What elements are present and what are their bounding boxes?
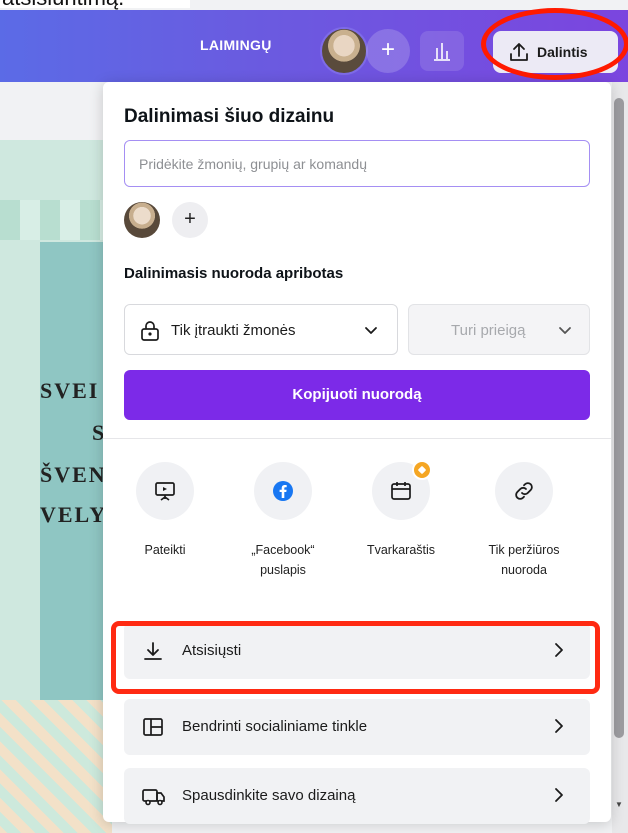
caption-text: atsisiuntimą. [0,0,190,9]
option-label: Pateikti [144,543,186,557]
link-access-dropdown[interactable]: Tik įtraukti žmonės [124,304,398,355]
facebook-option[interactable]: „Facebook“ puslapis [228,462,338,580]
chevron-down-icon [365,327,377,334]
social-share-label: Bendrinti socialiniame tinkle [182,718,368,735]
design-text-line: VELY [40,502,108,527]
app-screen: atsisiuntimą. SVEI S ŠVEN VELY LAIMINGŲ … [0,0,628,833]
social-share-icon [143,718,163,736]
divider [103,438,611,439]
present-option[interactable]: Pateikti [110,462,220,560]
lock-icon [141,321,159,341]
insights-button[interactable] [420,31,464,71]
permission-dropdown[interactable]: Turi prieigą [408,304,590,355]
design-pattern [0,200,112,240]
chart-icon [434,43,450,61]
facebook-icon [273,481,293,501]
chevron-right-icon [555,643,563,657]
share-button-label: Dalintis [537,44,588,60]
schedule-option[interactable]: Tvarkaraštis [346,460,456,560]
share-panel: Dalinimasi šiuo dizainu + Dalinimasis nu… [103,82,611,824]
chevron-right-icon [555,788,563,802]
present-icon [155,482,175,501]
link-access-heading: Dalinimasis nuoroda apribotas [124,265,344,282]
option-label: „Facebook“ puslapis [251,543,315,577]
collaborator-avatar[interactable] [124,202,160,238]
chevron-right-icon [555,719,563,733]
premium-crown-icon [412,460,432,480]
view-only-link-option[interactable]: Tik peržiūros nuoroda [469,462,579,580]
add-people-button[interactable]: + [172,202,208,238]
link-access-value: Tik įtraukti žmonės [171,322,296,339]
add-member-button[interactable]: + [366,29,410,73]
editor-header: LAIMINGŲ + Dalintis [0,10,628,82]
download-row[interactable]: Atsisiųsti [124,623,590,679]
option-label: Tik peržiūros nuoroda [488,543,560,577]
download-label: Atsisiųsti [182,642,242,659]
facebook-button[interactable] [254,462,312,520]
download-icon [144,642,162,660]
calendar-icon [391,482,411,500]
team-name[interactable]: LAIMINGŲ [200,37,272,53]
scrollbar-thumb[interactable] [614,98,624,738]
permission-value: Turi prieigą [451,322,526,339]
present-button[interactable] [136,462,194,520]
user-avatar[interactable] [320,27,368,75]
print-row[interactable]: Spausdinkite savo dizainą [124,768,590,824]
copy-link-button[interactable]: Kopijuoti nuorodą [124,370,590,420]
panel-title: Dalinimasi šiuo dizainu [124,106,335,127]
social-share-row[interactable]: Bendrinti socialiniame tinkle [124,699,590,755]
view-only-link-button[interactable] [495,462,553,520]
invite-people-input[interactable] [124,140,590,187]
design-text-line: SVEI [40,378,100,403]
design-text-line: ŠVEN [40,462,107,487]
link-icon [515,482,533,500]
option-label: Tvarkaraštis [366,543,436,557]
scroll-down-arrow-icon[interactable]: ▼ [614,800,624,810]
print-label: Spausdinkite savo dizainą [182,787,356,804]
print-truck-icon [142,789,165,806]
schedule-button[interactable] [372,460,432,520]
chevron-down-icon [559,327,571,334]
design-bottom-pattern [0,700,112,833]
upload-icon [510,43,528,61]
share-button[interactable]: Dalintis [493,31,618,73]
